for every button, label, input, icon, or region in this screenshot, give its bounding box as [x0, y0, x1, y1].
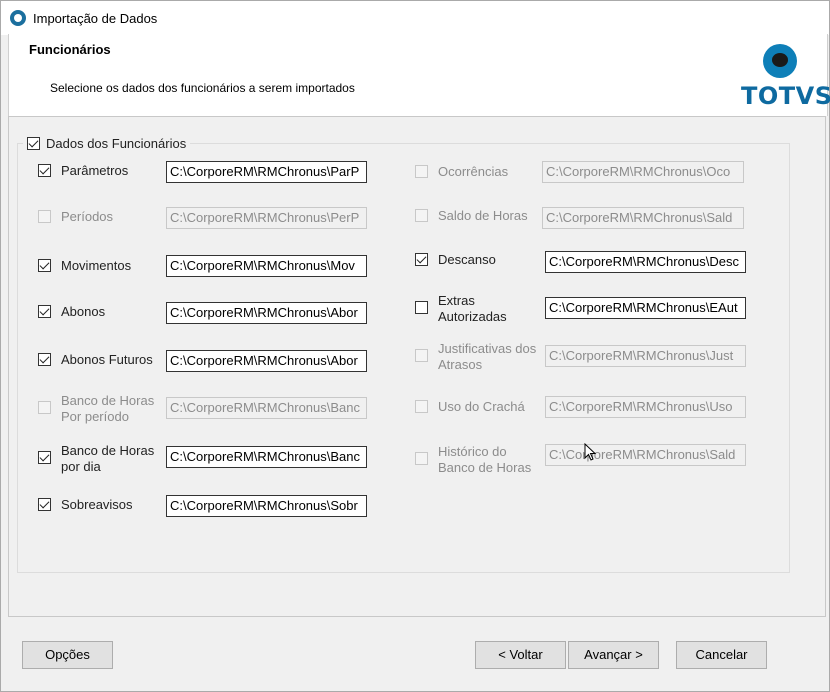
window-title: Importação de Dados	[33, 11, 158, 26]
path-field-extras-autorizadas[interactable]: C:\CorporeRM\RMChronus\EAut	[545, 297, 746, 319]
next-button[interactable]: Avançar >	[568, 641, 659, 669]
checkbox[interactable]	[38, 305, 51, 318]
group-checkbox[interactable]	[27, 136, 40, 150]
title-bar: Importação de Dados	[1, 1, 829, 35]
logo-text: TOTVS	[741, 82, 830, 110]
checkbox[interactable]	[38, 259, 51, 272]
option-label: Períodos	[61, 209, 114, 224]
checkbox[interactable]	[415, 253, 428, 266]
option-label: Histórico do Banco de Horas	[438, 444, 532, 475]
header-divider	[8, 116, 826, 117]
path-field-parametros[interactable]: C:\CorporeRM\RMChronus\ParP	[166, 161, 367, 183]
path-field-periodos[interactable]: C:\CorporeRM\RMChronus\PerP	[166, 207, 367, 229]
path-field-banco-horas-periodo[interactable]: C:\CorporeRM\RMChronus\Banc	[166, 397, 367, 419]
checkbox[interactable]	[38, 210, 51, 223]
page-title: Funcionários	[29, 42, 111, 57]
back-button[interactable]: < Voltar	[475, 641, 566, 669]
checkbox[interactable]	[415, 209, 428, 222]
option-label: Abonos	[61, 304, 106, 319]
option-label: Abonos Futuros	[61, 352, 153, 367]
group-label: Dados dos Funcionários	[46, 135, 187, 151]
path-field-descanso[interactable]: C:\CorporeRM\RMChronus\Desc	[545, 251, 746, 273]
panel-border-left	[8, 116, 9, 616]
checkbox[interactable]	[415, 301, 428, 314]
option-label: Justificativas dos Atrasos	[438, 341, 537, 372]
path-field-abonos-futuros[interactable]: C:\CorporeRM\RMChronus\Abor	[166, 350, 367, 372]
page-subtitle: Selecione os dados dos funcionários a se…	[50, 81, 355, 95]
option-label: Descanso	[438, 252, 496, 267]
checkbox[interactable]	[415, 165, 428, 178]
option-label: Banco de Horas por dia	[61, 443, 155, 474]
path-field-saldo-horas[interactable]: C:\CorporeRM\RMChronus\Sald	[542, 207, 744, 229]
path-field-historico-banco-horas[interactable]: C:\CorporeRM\RMChronus\Sald	[545, 444, 746, 466]
checkbox[interactable]	[415, 452, 428, 465]
checkbox[interactable]	[38, 451, 51, 464]
mouse-cursor-icon	[584, 443, 597, 461]
path-field-ocorrencias[interactable]: C:\CorporeRM\RMChronus\Oco	[542, 161, 744, 183]
cancel-button[interactable]: Cancelar	[676, 641, 767, 669]
checkbox[interactable]	[38, 353, 51, 366]
path-field-sobreavisos[interactable]: C:\CorporeRM\RMChronus\Sobr	[166, 495, 367, 517]
path-field-banco-horas-dia[interactable]: C:\CorporeRM\RMChronus\Banc	[166, 446, 367, 468]
path-field-justificativas-atrasos[interactable]: C:\CorporeRM\RMChronus\Just	[545, 345, 746, 367]
options-button[interactable]: Opções	[22, 641, 113, 669]
app-icon	[10, 10, 26, 26]
checkbox[interactable]	[38, 401, 51, 414]
option-label: Ocorrências	[438, 164, 509, 179]
path-field-movimentos[interactable]: C:\CorporeRM\RMChronus\Mov	[166, 255, 367, 277]
option-label: Parâmetros	[61, 163, 129, 178]
group-toggle[interactable]: Dados dos Funcionários	[23, 134, 191, 152]
footer-divider	[8, 616, 826, 617]
option-label: Sobreavisos	[61, 497, 133, 512]
wizard-header: Funcionários Selecione os dados dos func…	[8, 34, 830, 116]
option-label: Saldo de Horas	[438, 208, 528, 223]
checkbox[interactable]	[415, 400, 428, 413]
checkbox[interactable]	[415, 349, 428, 362]
option-label: Uso do Crachá	[438, 399, 525, 414]
totvs-logo: TOTVS	[741, 42, 830, 110]
checkbox[interactable]	[38, 164, 51, 177]
path-field-abonos[interactable]: C:\CorporeRM\RMChronus\Abor	[166, 302, 367, 324]
option-label: Extras Autorizadas	[438, 293, 507, 324]
option-label: Banco de Horas Por período	[61, 393, 155, 424]
option-label: Movimentos	[61, 258, 132, 273]
path-field-uso-cracha[interactable]: C:\CorporeRM\RMChronus\Uso	[545, 396, 746, 418]
checkbox[interactable]	[38, 498, 51, 511]
panel-border-right	[825, 116, 826, 616]
logo-icon	[763, 44, 797, 78]
